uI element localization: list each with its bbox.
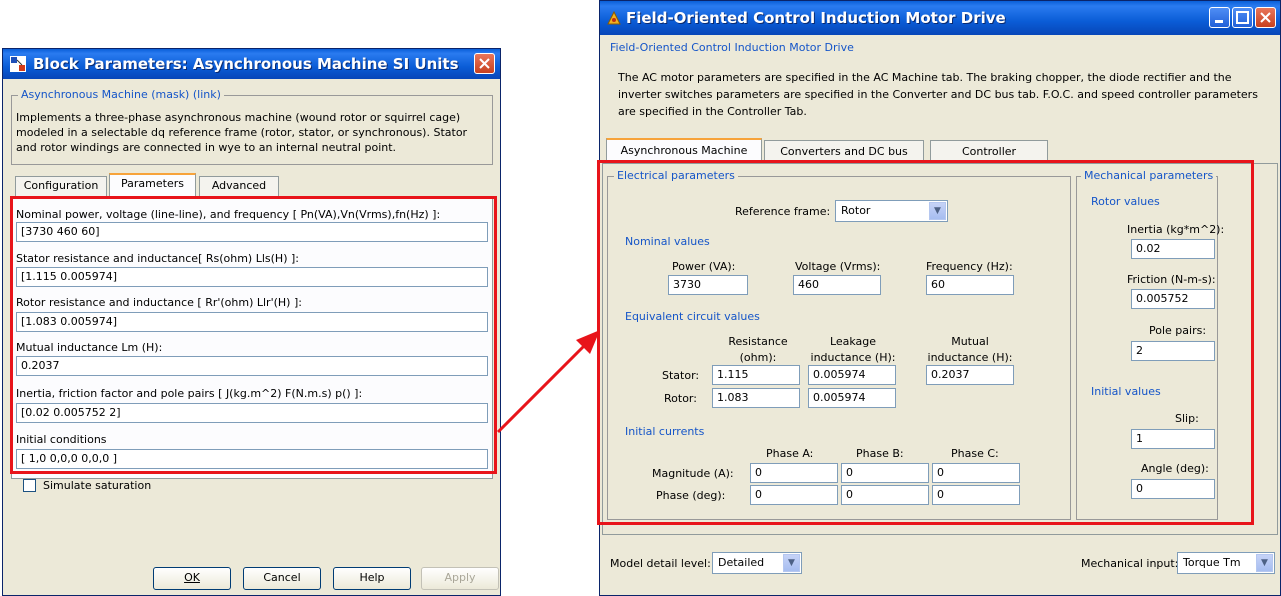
- right-titlebar: Field-Oriented Control Induction Motor D…: [600, 1, 1280, 35]
- simulate-saturation-label: Simulate saturation: [43, 479, 152, 492]
- minimize-icon: [1215, 20, 1223, 23]
- cancel-button[interactable]: Cancel: [243, 567, 321, 590]
- tab-advanced[interactable]: Advanced: [199, 176, 279, 196]
- right-dialog-title: Field-Oriented Control Induction Motor D…: [626, 9, 1006, 27]
- model-detail-label: Model detail level:: [610, 557, 711, 570]
- parameters-highlight-box: [10, 196, 497, 474]
- minimize-button[interactable]: [1209, 7, 1230, 28]
- chevron-down-icon: ▼: [783, 554, 800, 572]
- left-dialog-title: Block Parameters: Asynchronous Machine S…: [33, 55, 459, 73]
- mask-description: Implements a three-phase asynchronous ma…: [16, 111, 468, 154]
- close-icon: [1260, 12, 1271, 23]
- motor-drive-icon: [606, 10, 622, 26]
- mechanical-input-dropdown[interactable]: Torque Tm ▼: [1177, 552, 1275, 574]
- mask-subtitle: Field-Oriented Control Induction Motor D…: [610, 41, 854, 54]
- machine-tab-highlight-box: [597, 160, 1254, 525]
- maximize-button[interactable]: [1232, 7, 1253, 28]
- tab-configuration[interactable]: Configuration: [15, 176, 107, 196]
- connection-arrow: [496, 330, 600, 434]
- tab-parameters[interactable]: Parameters: [109, 173, 196, 197]
- simulate-saturation-checkbox[interactable]: [23, 479, 36, 492]
- mechanical-input-label: Mechanical input:: [1081, 557, 1179, 570]
- close-button[interactable]: [474, 53, 495, 74]
- mechanical-input-value: Torque Tm: [1183, 556, 1241, 569]
- apply-button[interactable]: Apply: [421, 567, 499, 590]
- mask-group-title: Asynchronous Machine (mask) (link): [18, 88, 224, 101]
- close-button[interactable]: [1255, 7, 1276, 28]
- drive-description: The AC motor parameters are specified in…: [618, 71, 1258, 118]
- maximize-icon: [1236, 11, 1249, 24]
- simulink-block-icon: [10, 56, 26, 72]
- model-detail-dropdown[interactable]: Detailed ▼: [712, 552, 802, 574]
- ok-button[interactable]: OK: [153, 567, 231, 590]
- help-button[interactable]: Help: [333, 567, 411, 590]
- chevron-down-icon: ▼: [1256, 554, 1273, 572]
- close-icon: [479, 58, 490, 69]
- model-detail-value: Detailed: [718, 556, 765, 569]
- left-titlebar: Block Parameters: Asynchronous Machine S…: [3, 49, 500, 79]
- mask-description-group: Asynchronous Machine (mask) (link) Imple…: [11, 88, 493, 165]
